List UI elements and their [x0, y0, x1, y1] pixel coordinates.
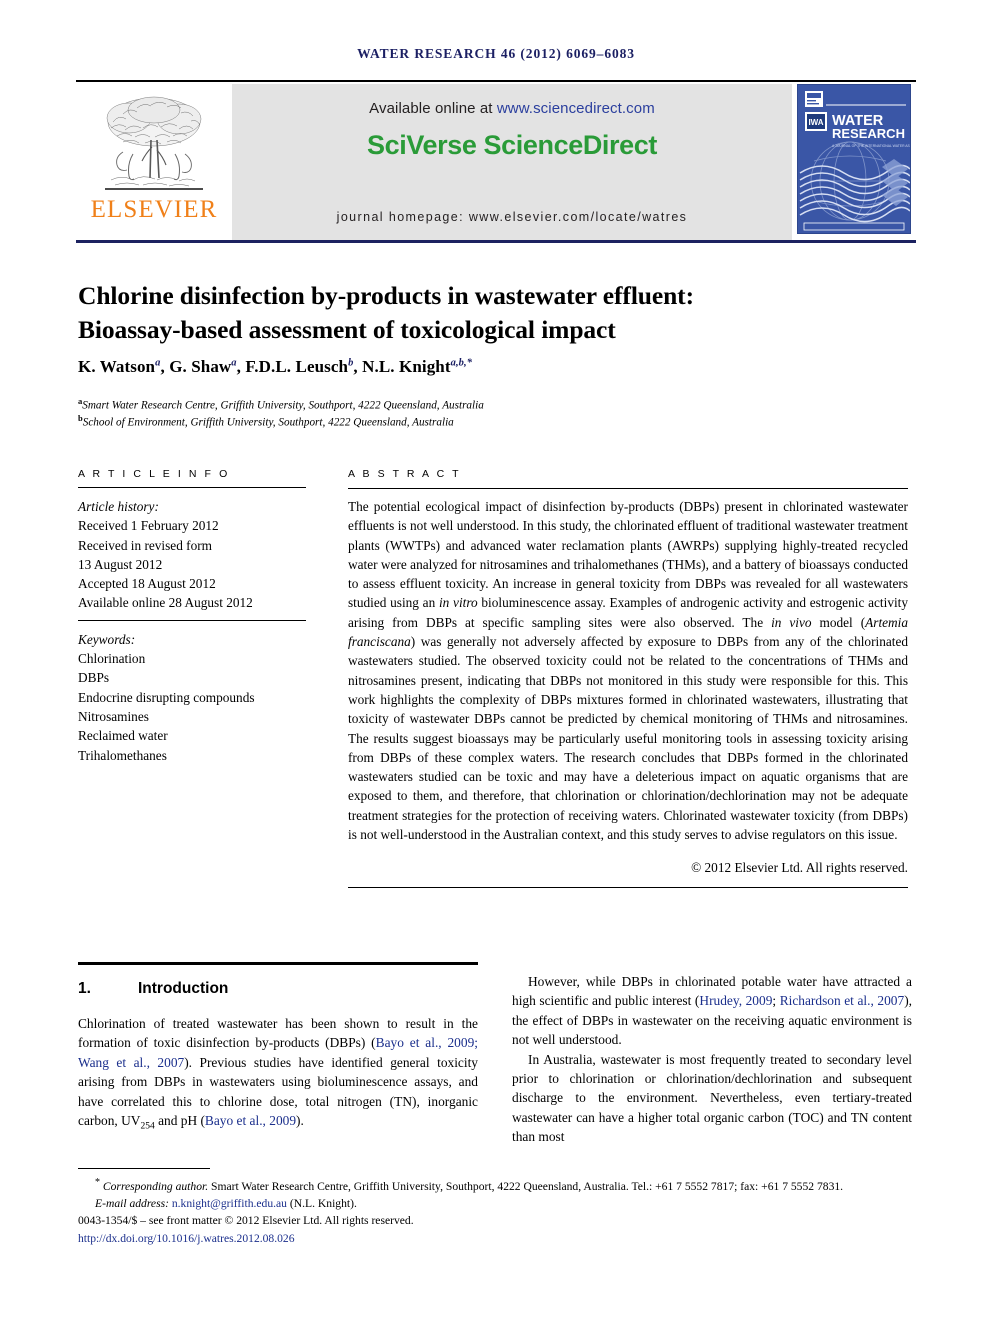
- sciverse-sciencedirect-logo: SciVerse ScienceDirect: [367, 130, 657, 161]
- abstract-italic-term: Artemia franciscana: [348, 614, 908, 650]
- affiliation-a-text: Smart Water Research Centre, Griffith Un…: [82, 399, 484, 412]
- affiliation-b-text: School of Environment, Griffith Universi…: [82, 416, 454, 429]
- body-column-left: 1. Introduction Chlorination of treated w…: [78, 972, 478, 1137]
- journal-homepage-line[interactable]: journal homepage: www.elsevier.com/locat…: [232, 210, 792, 224]
- elsevier-logo: ELSEVIER: [76, 84, 232, 240]
- keyword-item: Reclaimed water: [78, 728, 168, 744]
- email-note: E-mail address: n.knight@griffith.edu.au…: [78, 1195, 916, 1212]
- introduction-title: Introduction: [138, 980, 229, 997]
- svg-text:RESEARCH: RESEARCH: [832, 126, 905, 141]
- keyword-item: Nitrosamines: [78, 708, 149, 724]
- sciencedirect-url[interactable]: www.sciencedirect.com: [497, 100, 655, 117]
- abstract-italic-term: in vitro: [438, 595, 478, 611]
- citation-link[interactable]: Bayo et al., 2009: [205, 1113, 296, 1128]
- author-1-name: G. Shaw: [169, 357, 232, 376]
- elsevier-wordmark: ELSEVIER: [90, 196, 218, 223]
- title-line-2: Bioassay-based assessment of toxicologic…: [78, 315, 616, 345]
- introduction-top-rule: [78, 962, 478, 965]
- article-info-divider: [78, 487, 306, 488]
- abstract-column: A B S T R A C T The potential ecological…: [348, 468, 908, 896]
- svg-text:A JOURNAL OF THE INTERNATIONAL: A JOURNAL OF THE INTERNATIONAL WATER ASS…: [832, 144, 911, 148]
- article-history-item: Accepted 18 August 2012: [78, 576, 216, 592]
- article-info-label: A R T I C L E I N F O: [78, 468, 230, 480]
- citation-link[interactable]: Hrudey, 2009: [699, 993, 772, 1008]
- abstract-divider: [348, 488, 908, 489]
- issn-front-matter: 0043-1354/$ – see front matter © 2012 El…: [78, 1214, 414, 1228]
- author-3: N.L. Knighta,b,*: [362, 357, 472, 376]
- journal-masthead: ELSEVIER Available online at www.science…: [76, 80, 916, 243]
- author-2: F.D.L. Leuschb: [245, 357, 353, 376]
- available-online-prefix: Available online at: [369, 100, 497, 117]
- author-2-affiliation-marker: b: [348, 357, 354, 369]
- svg-text:IWA: IWA: [808, 118, 823, 127]
- citation-link[interactable]: Richardson et al., 2007: [780, 993, 905, 1008]
- author-1-affiliation-marker: a: [231, 357, 237, 369]
- author-0-name: K. Watson: [78, 357, 156, 376]
- abstract-label: A B S T R A C T: [348, 468, 462, 480]
- corresponding-author-label: Corresponding author.: [102, 1179, 209, 1193]
- keyword-item: DBPs: [78, 670, 110, 686]
- page-title: Chlorine disinfection by-products in was…: [78, 279, 908, 347]
- water-research-cover-image: IWA WATER RESEARCH A JOURNAL OF THE INTE…: [797, 84, 911, 234]
- available-online-line: Available online at www.sciencedirect.co…: [369, 100, 655, 117]
- body-text: ).: [296, 1113, 304, 1129]
- running-head: WATER RESEARCH 46 (2012) 6069–6083: [357, 46, 635, 61]
- keyword-item: Endocrine disrupting compounds: [78, 689, 255, 705]
- corresponding-author-text: Smart Water Research Centre, Griffith Un…: [208, 1179, 844, 1193]
- elsevier-tree-icon: [93, 92, 215, 196]
- abstract-copyright: © 2012 Elsevier Ltd. All rights reserved…: [691, 860, 908, 876]
- article-history-item: 13 August 2012: [78, 556, 163, 572]
- introduction-heading: 1. Introduction: [78, 980, 478, 998]
- email-label: E-mail address:: [95, 1197, 172, 1211]
- abstract-text: The potential ecological impact of disin…: [348, 499, 909, 843]
- journal-cover: IWA WATER RESEARCH A JOURNAL OF THE INTE…: [792, 84, 916, 240]
- keywords-block: Keywords: Chlorination DBPs Endocrine di…: [78, 630, 306, 765]
- email-suffix: (N.L. Knight).: [286, 1197, 357, 1211]
- keywords-divider: [78, 619, 306, 621]
- article-history-item: Received 1 February 2012: [78, 518, 219, 534]
- footer-rule: [78, 1168, 210, 1169]
- sciverse-word: SciVerse: [367, 130, 484, 160]
- sciencedirect-word: ScienceDirect: [483, 130, 658, 160]
- author-0: K. Watsona: [78, 357, 160, 376]
- article-history-item: Available online 28 August 2012: [78, 595, 253, 611]
- introduction-number: 1.: [78, 980, 91, 997]
- author-2-name: F.D.L. Leusch: [245, 357, 349, 376]
- body-text: and pH (: [154, 1113, 205, 1129]
- body-text: ;: [772, 993, 780, 1009]
- doi-link[interactable]: http://dx.doi.org/10.1016/j.watres.2012.…: [78, 1230, 916, 1247]
- author-list: K. Watsona, G. Shawa, F.D.L. Leuschb, N.…: [78, 357, 473, 376]
- introduction-paragraph-2: However, while DBPs in chlorinated potab…: [512, 972, 912, 1050]
- introduction-paragraph-3: In Australia, wastewater is most frequen…: [512, 1051, 912, 1145]
- abstract-bottom-divider: [348, 887, 908, 889]
- introduction-paragraph-1: Chlorination of treated wastewater has b…: [78, 1016, 479, 1132]
- author-1: G. Shawa: [169, 357, 236, 376]
- corresponding-author-note: * Corresponding author. Smart Water Rese…: [78, 1174, 916, 1195]
- keywords-heading: Keywords:: [78, 631, 136, 647]
- abstract-italic-term: in vivo: [771, 614, 812, 630]
- affiliation-b: bSchool of Environment, Griffith Univers…: [78, 411, 908, 431]
- keyword-item: Trihalomethanes: [78, 747, 167, 763]
- journal-article-page: WATER RESEARCH 46 (2012) 6069–6083 ELSEV…: [0, 0, 992, 1323]
- sciencedirect-panel: Available online at www.sciencedirect.co…: [232, 84, 792, 240]
- article-info-column: A R T I C L E I N F O Article history: R…: [78, 468, 306, 765]
- body-column-right: However, while DBPs in chlorinated potab…: [512, 972, 912, 1147]
- author-3-affiliation-marker: a,b,*: [450, 357, 473, 369]
- title-line-1: Chlorine disinfection by-products in was…: [78, 281, 694, 311]
- author-3-name: N.L. Knight: [362, 357, 451, 376]
- author-0-affiliation-marker: a: [155, 357, 161, 369]
- article-history-heading: Article history:: [78, 499, 159, 514]
- article-history-item: Received in revised form: [78, 537, 213, 553]
- email-address[interactable]: n.knight@griffith.edu.au: [172, 1197, 287, 1210]
- keyword-item: Chlorination: [78, 651, 146, 667]
- page-footer: * Corresponding author. Smart Water Rese…: [78, 1174, 916, 1247]
- corresponding-author-marker: *: [95, 1177, 100, 1188]
